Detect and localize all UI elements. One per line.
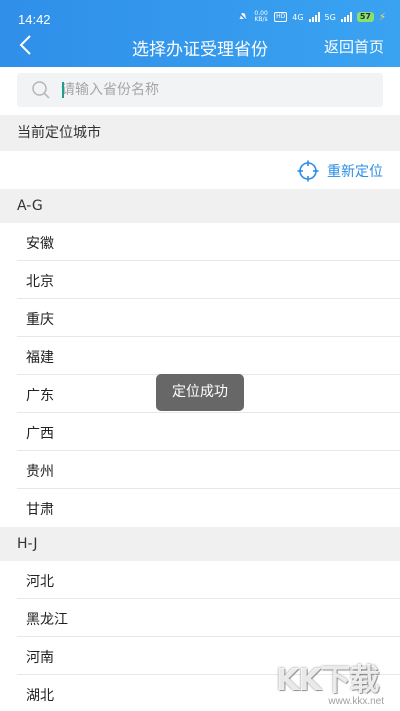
province-item[interactable]: 福建 [17,337,400,375]
province-name: 贵州 [26,464,54,480]
province-item[interactable]: 重庆 [17,299,400,337]
nav-bar: 选择办证受理省份 返回首页 [0,28,400,62]
province-name: 北京 [26,274,54,290]
province-item[interactable]: 甘肃 [17,489,400,527]
group-header-h-j: H-J [0,527,400,561]
network-5g-label: 5G [324,12,336,22]
group-header-a-g: A-G [0,189,400,223]
text-cursor [62,82,64,98]
battery-icon: 57 [356,12,374,22]
province-name: 广西 [26,426,54,442]
current-location-section: 当前定位城市 [0,115,400,151]
province-name: 安徽 [26,236,54,252]
back-home-button[interactable]: 返回首页 [324,36,384,57]
province-item[interactable]: 贵州 [17,451,400,489]
province-name: 重庆 [26,312,54,328]
watermark-logo: KK下载 www.kkx.net [276,655,394,707]
province-item[interactable]: 黑龙江 [17,599,400,637]
province-name: 河南 [26,650,54,666]
watermark-main: KK下载 [276,663,379,698]
locate-crosshair-icon [297,160,319,182]
status-time: 14:42 [18,12,51,27]
province-item[interactable]: 河北 [17,561,400,599]
watermark-url: www.kkx.net [328,696,384,707]
net-speed: 0.00 KB/s [253,11,269,23]
charging-bolt-icon: ⚡ [378,11,386,23]
province-name: 广东 [26,388,54,404]
province-name: 福建 [26,350,54,366]
search-icon [32,81,50,99]
network-4g-label: 4G [292,12,304,22]
net-speed-unit: KB/s [254,16,268,23]
province-name: 湖北 [26,688,54,704]
province-item[interactable]: 广西 [17,413,400,451]
status-bar: 14:42 0.00 KB/s HD 4G 5G 57 ⚡ [0,0,400,28]
relocate-button[interactable]: 重新定位 [297,160,383,182]
province-name: 甘肃 [26,502,54,518]
status-icons: 0.00 KB/s HD 4G 5G 57 ⚡ [238,11,386,23]
province-name: 黑龙江 [26,612,68,628]
hd-badge: HD [274,12,288,22]
search-input[interactable] [61,73,371,107]
app-header: 14:42 0.00 KB/s HD 4G 5G 57 ⚡ 选择办证受理省份 返… [0,0,400,67]
toast-message: 定位成功 [156,374,244,411]
province-item[interactable]: 北京 [17,261,400,299]
province-name: 河北 [26,574,54,590]
search-bar[interactable] [17,73,383,107]
signal-4g-icon [308,12,320,22]
province-item[interactable]: 安徽 [17,223,400,261]
relocate-label: 重新定位 [327,164,383,180]
mute-bell-icon [238,12,248,22]
signal-5g-icon [340,12,352,22]
